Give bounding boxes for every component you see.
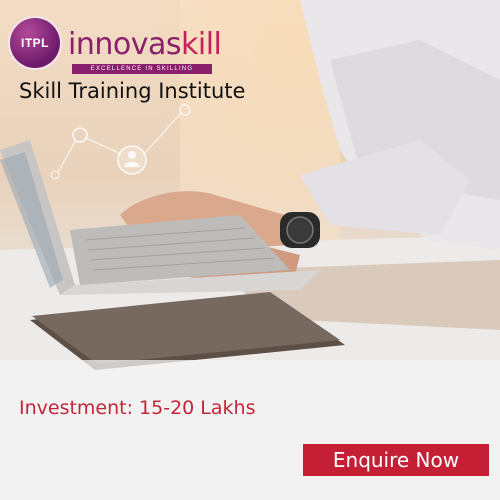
brand-tagline: EXCELLENCE IN SKILLING <box>72 64 212 74</box>
laptop-scene-illustration <box>0 0 500 500</box>
emblem-text: ITPL <box>21 36 49 50</box>
brand-part-1: innovas <box>68 27 181 62</box>
brand-part-2: kill <box>180 27 222 62</box>
ad-banner: ITPL innovaskill EXCELLENCE IN SKILLING … <box>0 0 500 500</box>
headline: Skill Training Institute <box>19 79 246 103</box>
investment-text: Investment: 15-20 Lakhs <box>19 397 256 419</box>
innovaskill-logo: ITPL innovaskill EXCELLENCE IN SKILLING <box>10 18 222 74</box>
enquire-now-button[interactable]: Enquire Now <box>303 444 489 476</box>
brand-wordmark: innovaskill <box>68 27 222 62</box>
